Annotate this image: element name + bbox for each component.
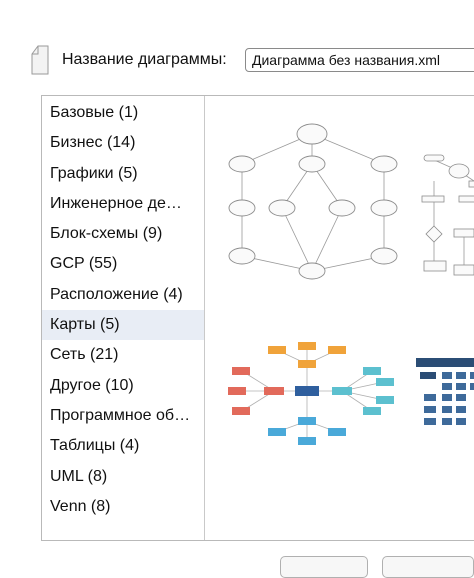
diagram-name-label: Название диаграммы: <box>62 51 227 68</box>
category-charts[interactable]: Графики (5) <box>42 159 204 189</box>
primary-button[interactable] <box>382 556 474 578</box>
template-preview-area <box>206 96 474 540</box>
diagram-name-input[interactable] <box>245 48 474 72</box>
category-maps[interactable]: Карты (5) <box>42 310 204 341</box>
category-software[interactable]: Программное об… <box>42 401 204 431</box>
category-tables[interactable]: Таблицы (4) <box>42 431 204 461</box>
template-thumbnail-orgchart[interactable] <box>414 356 474 436</box>
category-business[interactable]: Бизнес (14) <box>42 128 204 158</box>
category-other[interactable]: Другое (10) <box>42 371 204 401</box>
category-uml[interactable]: UML (8) <box>42 462 204 492</box>
secondary-button[interactable] <box>280 556 368 578</box>
document-icon <box>31 45 49 75</box>
template-thumbnail-flowchart[interactable] <box>414 141 474 291</box>
template-thumbnail-mindmap[interactable] <box>222 336 407 451</box>
template-panel: Базовые (1) Бизнес (14) Графики (5) Инже… <box>41 95 474 541</box>
template-thumbnail-graph[interactable] <box>212 116 402 301</box>
category-flowcharts[interactable]: Блок-схемы (9) <box>42 219 204 249</box>
category-engineering[interactable]: Инженерное де… <box>42 189 204 219</box>
category-layout[interactable]: Расположение (4) <box>42 280 204 310</box>
category-network[interactable]: Сеть (21) <box>42 340 204 370</box>
category-venn[interactable]: Venn (8) <box>42 492 204 522</box>
category-list: Базовые (1) Бизнес (14) Графики (5) Инже… <box>42 96 205 540</box>
category-basic[interactable]: Базовые (1) <box>42 98 204 128</box>
category-gcp[interactable]: GCP (55) <box>42 249 204 279</box>
